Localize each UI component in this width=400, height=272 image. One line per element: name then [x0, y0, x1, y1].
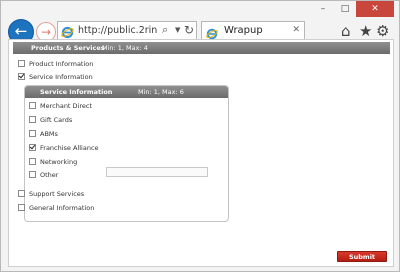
checkbox[interactable] [18, 59, 25, 67]
checkbox[interactable] [29, 129, 36, 137]
checkbox-label: Merchant Direct [40, 102, 93, 110]
checkbox[interactable] [18, 189, 25, 197]
checkbox-abms[interactable]: ABMs [29, 129, 58, 138]
refresh-icon[interactable]: ↻ [184, 23, 194, 37]
checkbox[interactable] [29, 115, 36, 123]
checkbox-service-information[interactable]: Service Information [18, 72, 93, 81]
url-text[interactable]: http://public.2ring.com/\ [78, 25, 158, 36]
checkbox-networking[interactable]: Networking [29, 157, 78, 166]
checkbox-label: Networking [40, 158, 78, 166]
checkbox[interactable] [29, 143, 36, 151]
tab-title: Wrapup [224, 25, 263, 36]
submit-button[interactable]: Submit [337, 251, 387, 262]
section-constraint: Min: 1, Max: 4 [102, 44, 148, 52]
subgroup-header: Service Information Min: 1, Max: 6 [25, 86, 228, 98]
checkbox-label: Gift Cards [40, 116, 73, 124]
gear-icon[interactable]: ⚙ [376, 21, 389, 41]
subgroup-title: Service Information [40, 88, 113, 96]
checkbox-label: General Information [29, 204, 95, 212]
checkbox-label: ABMs [40, 130, 58, 138]
checkbox-label: Support Services [29, 190, 85, 198]
address-bar[interactable]: http://public.2ring.com/\ ⌕ ▼ ↻ [57, 21, 197, 41]
page-content: Products & Services Min: 1, Max: 4 Produ… [8, 39, 394, 267]
checkbox[interactable] [29, 101, 36, 109]
checkbox[interactable] [29, 170, 36, 178]
checkbox-product-information[interactable]: Product Information [18, 59, 94, 68]
search-icon[interactable]: ⌕ [162, 23, 168, 37]
browser-window: – □ ✕ ← → http://public.2ring.com/\ ⌕ ▼ … [0, 0, 400, 272]
subgroup-constraint: Min: 1, Max: 6 [138, 88, 184, 96]
window-controls: – □ ✕ [312, 1, 394, 17]
section-header: Products & Services Min: 1, Max: 4 [13, 42, 390, 54]
chevron-down-icon[interactable]: ▼ [175, 26, 180, 34]
checkbox-label: Service Information [29, 73, 93, 81]
close-window-button[interactable]: ✕ [356, 1, 394, 17]
home-icon[interactable]: ⌂ [341, 21, 351, 41]
tab-close-icon[interactable]: ✕ [292, 25, 300, 35]
checkbox-gift-cards[interactable]: Gift Cards [29, 115, 73, 124]
checkbox[interactable] [29, 157, 36, 165]
section-title: Products & Services [31, 44, 105, 52]
tab-wrapup[interactable]: Wrapup ✕ [201, 21, 305, 41]
checkbox-franchise-alliance[interactable]: Franchise Alliance [29, 143, 99, 152]
checkbox-other[interactable]: Other [29, 170, 59, 179]
minimize-button[interactable]: – [312, 1, 334, 17]
maximize-button[interactable]: □ [334, 1, 356, 17]
checkbox-label: Other [40, 171, 59, 179]
service-information-group: Service Information Min: 1, Max: 6 Merch… [24, 85, 229, 222]
checkbox[interactable] [18, 72, 25, 80]
favorites-star-icon[interactable]: ★ [359, 21, 372, 41]
checkbox[interactable] [18, 203, 25, 211]
other-text-input[interactable] [106, 167, 208, 177]
checkbox-general-information[interactable]: General Information [18, 203, 95, 212]
checkbox-label: Product Information [29, 60, 94, 68]
checkbox-merchant-direct[interactable]: Merchant Direct [29, 101, 93, 110]
checkbox-label: Franchise Alliance [40, 144, 99, 152]
checkbox-support-services[interactable]: Support Services [18, 189, 85, 198]
